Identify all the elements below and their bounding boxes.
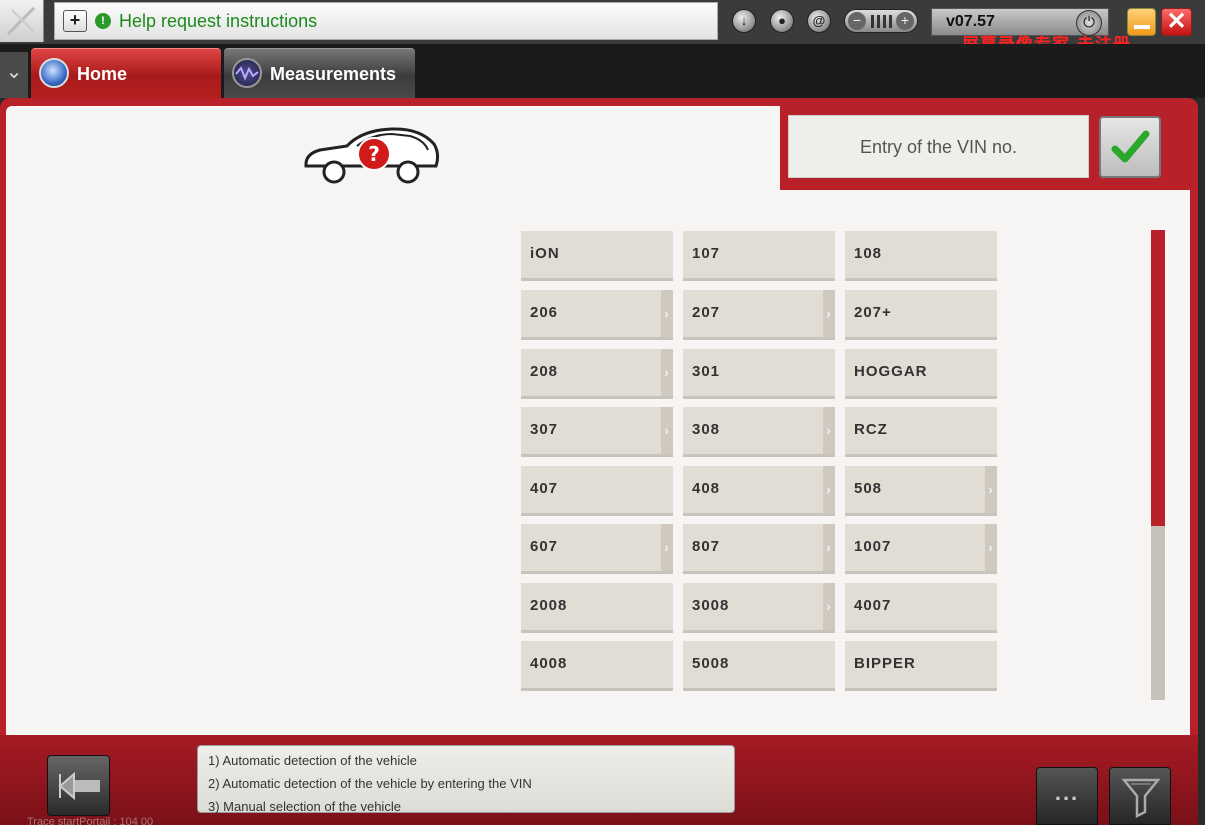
- chevron-right-icon: ›: [823, 583, 835, 630]
- model-button[interactable]: 407: [521, 466, 673, 516]
- chevron-right-icon: ›: [661, 349, 673, 396]
- model-list-scrollbar[interactable]: [1151, 230, 1165, 700]
- model-button[interactable]: BIPPER: [845, 641, 997, 691]
- model-label: 308: [692, 421, 721, 438]
- back-button[interactable]: [47, 755, 110, 816]
- model-button-508[interactable]: 508 ›: [845, 466, 997, 516]
- scrollbar-thumb[interactable]: [1151, 230, 1165, 526]
- model-label: 307: [530, 421, 559, 438]
- model-label: 807: [692, 538, 721, 555]
- tab-bar: ⌄ Home Measurements: [0, 44, 1205, 98]
- more-options-button[interactable]: ...: [1036, 767, 1098, 825]
- model-label: 206: [530, 304, 559, 321]
- instruction-line: 1) Automatic detection of the vehicle: [208, 753, 417, 768]
- zoom-in-icon[interactable]: +: [896, 12, 914, 30]
- version-label: v07.57: [946, 13, 995, 30]
- model-button[interactable]: HOGGAR: [845, 349, 997, 399]
- app-logo: [0, 0, 44, 42]
- filter-funnel-icon: [1121, 778, 1161, 818]
- filter-button[interactable]: [1109, 767, 1171, 825]
- user-icon[interactable]: ●: [770, 9, 794, 33]
- model-label: 208: [530, 363, 559, 380]
- chevron-right-icon: ›: [661, 407, 673, 454]
- tab-measurements-label: Measurements: [270, 64, 397, 84]
- vin-confirm-button[interactable]: [1099, 116, 1161, 178]
- waveform-icon: [232, 58, 262, 88]
- vin-entry-field[interactable]: Entry of the VIN no.: [788, 115, 1089, 178]
- model-button-308[interactable]: 308 ›: [683, 407, 835, 457]
- model-label: 408: [692, 480, 721, 497]
- model-button-3008[interactable]: 3008 ›: [683, 583, 835, 633]
- model-button-208[interactable]: 208 ›: [521, 349, 673, 399]
- globe-icon: [39, 58, 69, 88]
- chevron-right-icon: ›: [823, 290, 835, 337]
- model-button[interactable]: 4008: [521, 641, 673, 691]
- top-bar: + ! Help request instructions ↓ ● @ − + …: [0, 0, 1205, 55]
- app-logo-icon: [6, 6, 36, 36]
- instruction-line: 3) Manual selection of the vehicle: [208, 799, 401, 814]
- help-request-bar[interactable]: + ! Help request instructions: [54, 2, 718, 40]
- expand-plus-icon[interactable]: +: [63, 10, 87, 32]
- zoom-control[interactable]: − +: [844, 9, 918, 33]
- model-button-408[interactable]: 408 ›: [683, 466, 835, 516]
- model-button[interactable]: 4007: [845, 583, 997, 633]
- model-button-807[interactable]: 807 ›: [683, 524, 835, 574]
- model-button[interactable]: 108: [845, 231, 997, 281]
- model-button-307[interactable]: 307 ›: [521, 407, 673, 457]
- minimize-icon: [1134, 25, 1150, 29]
- model-button[interactable]: 5008: [683, 641, 835, 691]
- tab-measurements[interactable]: Measurements: [224, 48, 415, 98]
- zoom-level-bars: [871, 15, 893, 28]
- model-button[interactable]: 2008: [521, 583, 673, 633]
- chevron-right-icon: ›: [823, 407, 835, 454]
- chevron-down-icon[interactable]: ⌄: [0, 52, 28, 98]
- car-help-icon: ?: [304, 127, 440, 184]
- instruction-line: 2) Automatic detection of the vehicle by…: [208, 776, 532, 791]
- checkmark-icon: [1111, 130, 1150, 163]
- model-label: 207: [692, 304, 721, 321]
- minimize-button[interactable]: [1127, 8, 1156, 36]
- model-button-206[interactable]: 206 ›: [521, 290, 673, 340]
- model-label: 607: [530, 538, 559, 555]
- info-dot-icon: !: [95, 13, 111, 29]
- chevron-right-icon: ›: [985, 524, 997, 571]
- model-button[interactable]: 107: [683, 231, 835, 281]
- trace-label: Trace startPortail : 104 00: [27, 816, 154, 825]
- model-label: 3008: [692, 597, 730, 614]
- tab-home[interactable]: Home: [31, 48, 221, 98]
- instructions-box: 1) Automatic detection of the vehicle 2)…: [197, 745, 735, 814]
- model-label: 1007: [854, 538, 892, 555]
- model-label: 508: [854, 480, 883, 497]
- email-icon[interactable]: @: [807, 9, 831, 33]
- chevron-right-icon: ›: [823, 466, 835, 513]
- model-button[interactable]: 207+: [845, 290, 997, 340]
- svg-text:?: ?: [368, 142, 380, 166]
- zoom-out-icon[interactable]: −: [848, 12, 866, 30]
- tab-home-label: Home: [77, 64, 128, 84]
- download-icon[interactable]: ↓: [732, 9, 756, 33]
- model-button-1007[interactable]: 1007 ›: [845, 524, 997, 574]
- chevron-right-icon: ›: [661, 290, 673, 337]
- model-button[interactable]: 301: [683, 349, 835, 399]
- help-request-label: Help request instructions: [119, 11, 318, 31]
- chevron-right-icon: ›: [823, 524, 835, 571]
- model-button[interactable]: RCZ: [845, 407, 997, 457]
- model-button[interactable]: iON: [521, 231, 673, 281]
- chevron-right-icon: ›: [985, 466, 997, 513]
- chevron-right-icon: ›: [661, 524, 673, 571]
- close-button[interactable]: ✕: [1161, 8, 1192, 36]
- model-button-607[interactable]: 607 ›: [521, 524, 673, 574]
- back-arrow-icon: [58, 771, 100, 801]
- model-button-207[interactable]: 207 ›: [683, 290, 835, 340]
